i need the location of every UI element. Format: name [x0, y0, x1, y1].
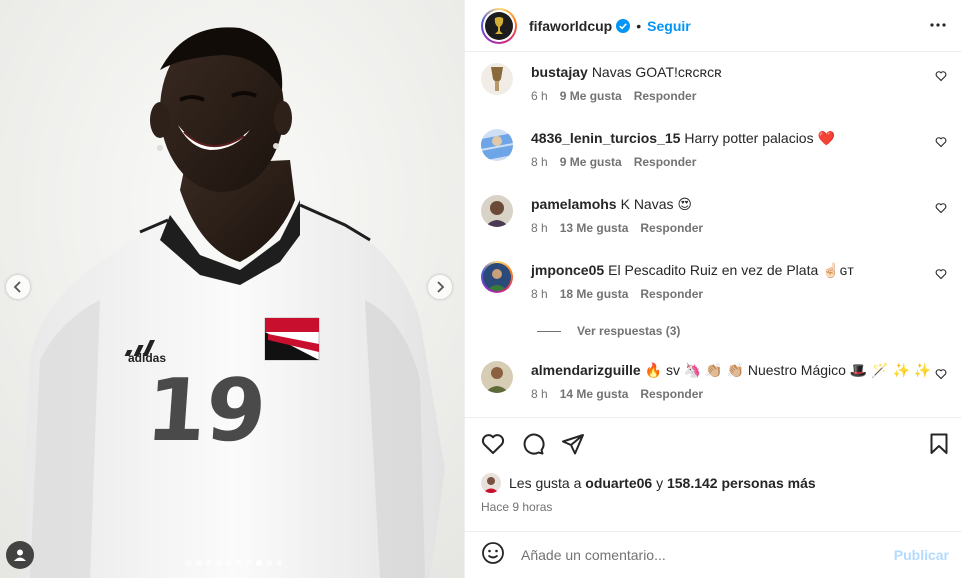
comment-like-button[interactable]: [935, 267, 947, 285]
comment-likes[interactable]: 18 Me gusta: [560, 287, 629, 301]
carousel-dot: [226, 560, 232, 566]
save-button[interactable]: [927, 432, 951, 461]
carousel-next-button[interactable]: [428, 275, 452, 299]
carousel-dot: [186, 560, 192, 566]
more-icon: [930, 23, 946, 27]
reply-button[interactable]: Responder: [640, 287, 703, 301]
carousel-dot: [246, 560, 252, 566]
carousel-dot: [206, 560, 212, 566]
likes-prefix: Les gusta a: [509, 475, 582, 491]
carousel-indicator: [186, 560, 282, 566]
heart-icon: [935, 203, 947, 214]
post-header: fifaworldcup • Seguir: [465, 0, 962, 52]
tag-user-icon: [14, 549, 26, 561]
comment-like-button[interactable]: [935, 367, 947, 385]
player-photo: adidas 19: [0, 0, 464, 578]
emoji-button[interactable]: [481, 541, 505, 570]
comment-text: 🔥 sv 🦄 👏🏼 👏🏼 Nuestro Mágico 🎩 🪄 ✨ ✨: [644, 362, 932, 378]
comment-username[interactable]: bustajay: [531, 64, 588, 80]
comment-text: K Navas 😍: [620, 196, 692, 212]
comments-list[interactable]: bustajay Navas GOAT!ᴄʀᴄʀᴄʀ 6 h 9 Me gusta…: [465, 53, 962, 417]
carousel-dot: [216, 560, 222, 566]
replies-divider: [537, 330, 561, 332]
verified-badge-icon: [616, 18, 631, 33]
carousel-dot: [266, 560, 272, 566]
comment-likes[interactable]: 9 Me gusta: [560, 89, 622, 103]
liker-avatar[interactable]: [481, 473, 501, 493]
reply-button[interactable]: Responder: [634, 155, 697, 169]
comment-username[interactable]: 4836_lenin_turcios_15: [531, 130, 680, 146]
comment-avatar[interactable]: [481, 129, 513, 161]
chevron-left-icon: [13, 281, 21, 293]
comment-likes[interactable]: 14 Me gusta: [560, 387, 629, 401]
carousel-dot: [236, 560, 242, 566]
liker-username[interactable]: oduarte06: [585, 475, 652, 491]
more-options-button[interactable]: [929, 16, 947, 39]
heart-icon: [481, 434, 505, 454]
comment-likes[interactable]: 13 Me gusta: [560, 221, 629, 235]
heart-icon: [935, 269, 947, 280]
comment-icon: [523, 433, 545, 455]
carousel-dot: [276, 560, 282, 566]
carousel-dot: [256, 560, 262, 566]
likes-count[interactable]: 158.142 personas más: [667, 475, 816, 491]
reply-button[interactable]: Responder: [634, 89, 697, 103]
carousel-prev-button[interactable]: [6, 275, 30, 299]
view-replies-label: Ver respuestas (3): [577, 324, 681, 338]
reply-button[interactable]: Responder: [640, 387, 703, 401]
heart-icon: [935, 71, 947, 82]
comment-username[interactable]: almendarizguille: [531, 362, 641, 378]
comment-button[interactable]: [521, 432, 545, 461]
heart-icon: [935, 369, 947, 380]
account-username[interactable]: fifaworldcup: [529, 18, 612, 34]
likes-summary: Les gusta a oduarte06 y 158.142 personas…: [481, 473, 816, 493]
account-avatar[interactable]: [481, 7, 517, 44]
comment-composer: Añade un comentario... Publicar: [465, 531, 962, 578]
trophy-icon: [494, 16, 504, 34]
comment-likes[interactable]: 9 Me gusta: [560, 155, 622, 169]
likes-middle: y: [656, 475, 664, 491]
like-button[interactable]: [481, 432, 505, 461]
comment-username[interactable]: jmponce05: [531, 262, 604, 278]
comment-text: El Pescadito Ruiz en vez de Plata ☝🏻ɢᴛ: [608, 262, 854, 278]
comment-like-button[interactable]: [935, 201, 947, 219]
tag-user-button[interactable]: [6, 541, 34, 569]
heart-icon: [935, 137, 947, 148]
post-actions-bar: [465, 417, 962, 472]
comment-avatar-story[interactable]: [481, 261, 513, 293]
comment-time[interactable]: 6 h: [531, 89, 548, 103]
header-separator: •: [636, 17, 642, 34]
share-icon: [562, 434, 584, 455]
carousel-dot: [196, 560, 202, 566]
comment-time[interactable]: 8 h: [531, 221, 548, 235]
comment-like-button[interactable]: [935, 69, 947, 87]
post-side-panel: fifaworldcup • Seguir bustajay Navas GOAT…: [464, 0, 962, 578]
comment-avatar[interactable]: [481, 63, 513, 95]
comment-time[interactable]: 8 h: [531, 387, 548, 401]
comment-text: Navas GOAT!ᴄʀᴄʀᴄʀ: [591, 64, 722, 80]
publish-button[interactable]: Publicar: [894, 547, 949, 563]
comment-like-button[interactable]: [935, 135, 947, 153]
share-button[interactable]: [561, 432, 585, 461]
comment-time[interactable]: 8 h: [531, 287, 548, 301]
emoji-icon: [482, 541, 504, 564]
chevron-right-icon: [437, 281, 445, 293]
svg-text:19: 19: [143, 361, 270, 461]
comment-avatar[interactable]: [481, 195, 513, 227]
post-photo[interactable]: adidas 19: [0, 0, 464, 578]
post-time[interactable]: Hace 9 horas: [481, 500, 552, 514]
bookmark-icon: [930, 433, 948, 454]
follow-button[interactable]: Seguir: [647, 18, 691, 34]
view-replies-button[interactable]: Ver respuestas (3): [537, 324, 680, 338]
comment-time[interactable]: 8 h: [531, 155, 548, 169]
comment-input[interactable]: Añade un comentario...: [521, 547, 881, 563]
reply-button[interactable]: Responder: [640, 221, 703, 235]
comment-text: Harry potter palacios ❤️: [684, 130, 835, 146]
comment-username[interactable]: pamelamohs: [531, 196, 617, 212]
comment-avatar[interactable]: [481, 361, 513, 393]
